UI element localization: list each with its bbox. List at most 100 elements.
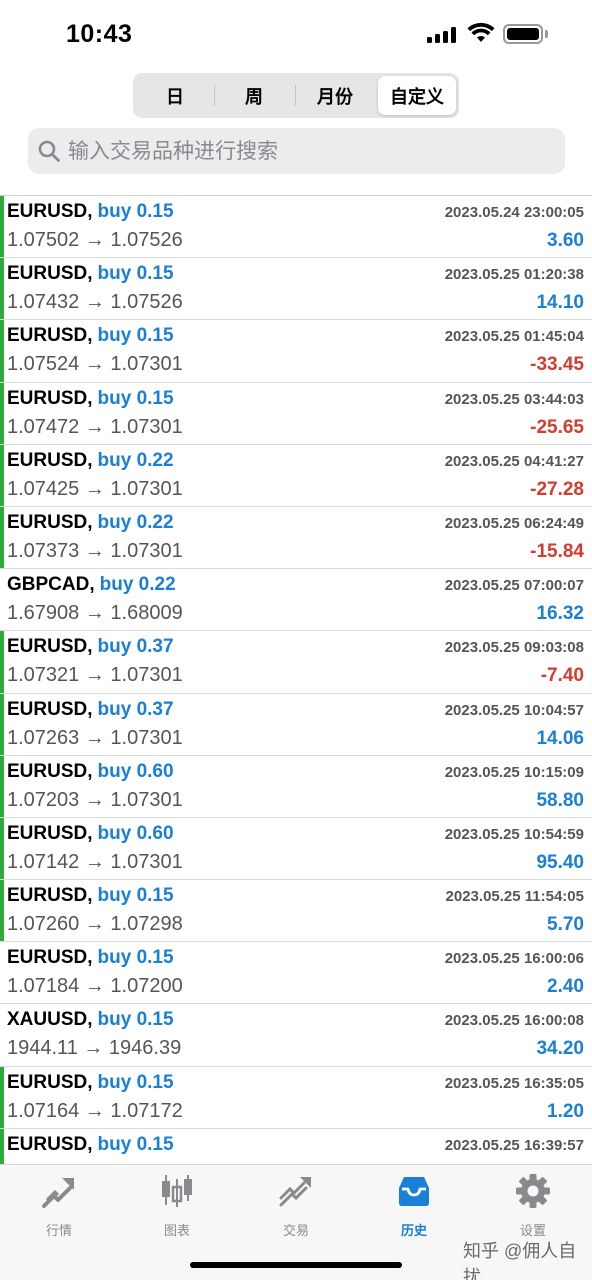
deal-row[interactable]: EURUSD, buy 0.37 2023.05.25 10:04:57 1.0726… <box>0 693 592 756</box>
tab-trade-label: 交易 <box>282 1223 309 1238</box>
deal-row[interactable]: XAUUSD, buy 0.15 2023.05.25 16:00:08 1944.1… <box>0 1004 592 1067</box>
deal-row[interactable]: EURUSD, buy 0.60 2023.05.25 10:54:59 1.0714… <box>0 817 592 881</box>
period-tab-week[interactable]: 周 <box>215 76 293 115</box>
deal-profit: 2.40 <box>547 976 584 998</box>
deal-direction: buy 0.15 <box>97 201 174 222</box>
deal-history-list[interactable]: EURUSD, buy 0.15 2023.05.24 23:00:05 1.0750… <box>0 196 592 1164</box>
deal-direction: buy 0.15 <box>97 885 174 907</box>
tab-history-label: 历史 <box>400 1223 427 1238</box>
tab-quotes-label: 行情 <box>45 1223 72 1238</box>
tab-chart[interactable]: 图表 <box>118 1171 236 1241</box>
deal-prices: 1.67908 → 1.68009 <box>7 602 183 625</box>
deal-profit: -15.84 <box>530 540 584 562</box>
tab-chart-label: 图表 <box>163 1223 190 1238</box>
deal-symbol: EURUSD <box>7 947 88 969</box>
deal-separator: , <box>87 822 93 844</box>
watermark: 知乎 @佣人自扰 <box>463 1241 577 1280</box>
deal-profit: 14.10 <box>536 292 584 314</box>
deal-separator: , <box>87 263 93 285</box>
deal-symbol: EURUSD <box>7 325 88 347</box>
deal-separator: , <box>87 511 93 533</box>
deal-direction: buy 0.15 <box>97 325 174 347</box>
deal-direction: buy 0.15 <box>97 1133 174 1155</box>
deal-symbol: GBPCAD <box>7 574 90 596</box>
quotes-icon <box>42 1178 74 1208</box>
deal-symbol: EURUSD <box>7 698 88 720</box>
deal-row[interactable]: EURUSD, buy 0.15 2023.05.25 11:54:05 1.0726… <box>0 880 592 943</box>
deal-profit: -33.45 <box>530 354 584 376</box>
deal-prices: 1.07142 → 1.07301 <box>7 850 183 873</box>
deal-symbol: EURUSD <box>7 511 88 533</box>
deal-direction: buy 0.15 <box>97 1071 174 1093</box>
deal-separator: , <box>87 698 93 720</box>
home-indicator[interactable] <box>190 1262 402 1268</box>
deal-time: 2023.05.25 10:54:59 <box>444 825 584 843</box>
deal-row[interactable]: EURUSD, buy 0.15 2023.05.25 16:00:06 1.0718… <box>0 942 592 1005</box>
deal-profit: 58.80 <box>536 789 584 811</box>
deal-separator: , <box>87 201 93 222</box>
tab-settings[interactable]: 设置 <box>474 1171 592 1241</box>
deal-time: 2023.05.24 23:00:05 <box>444 204 584 221</box>
deal-separator: , <box>87 885 93 907</box>
chart-icon <box>162 1175 192 1207</box>
battery-cap <box>545 30 548 38</box>
deal-direction: buy 0.15 <box>97 947 174 969</box>
deal-row[interactable]: EURUSD, buy 0.37 2023.05.25 09:03:08 1.0732… <box>0 631 592 694</box>
deal-direction: buy 0.37 <box>97 636 174 658</box>
deal-prices: 1.07260 → 1.07298 <box>7 913 183 936</box>
deal-time: 2023.05.25 16:00:06 <box>444 950 584 968</box>
period-tab-day[interactable]: 日 <box>136 76 214 115</box>
deal-prices: 1.07203 → 1.07301 <box>7 788 183 811</box>
period-segmented-control: 日 周 月份 自定义 <box>133 73 459 118</box>
deal-row[interactable]: EURUSD, buy 0.15 2023.05.25 01:45:04 1.0752… <box>0 320 592 383</box>
deal-separator: , <box>87 449 93 471</box>
deal-row[interactable]: EURUSD, buy 0.15 2023.05.24 23:00:05 1.0750… <box>0 196 592 259</box>
deal-separator: , <box>87 325 93 347</box>
deal-symbol: EURUSD <box>7 885 88 907</box>
deal-symbol: EURUSD <box>7 1071 88 1093</box>
deal-row[interactable]: EURUSD, buy 0.22 2023.05.25 06:24:49 1.0737… <box>0 506 592 570</box>
deal-row[interactable]: EURUSD, buy 0.15 2023.05.25 16:39:57 <box>0 1128 592 1164</box>
search-bar[interactable] <box>28 128 565 174</box>
deal-row[interactable]: EURUSD, buy 0.15 2023.05.25 16:35:05 1.0716… <box>0 1066 592 1129</box>
deal-separator: , <box>87 636 93 658</box>
deal-profit: 5.70 <box>547 914 584 936</box>
tab-history[interactable]: 历史 <box>355 1171 473 1241</box>
deal-profit: 14.06 <box>536 727 584 749</box>
deal-direction: buy 0.60 <box>97 822 174 844</box>
deal-symbol: EURUSD <box>7 1133 88 1155</box>
deal-profit: -25.65 <box>530 416 584 438</box>
deal-row[interactable]: EURUSD, buy 0.15 2023.05.25 03:44:03 1.0747… <box>0 382 592 445</box>
period-tab-month[interactable]: 月份 <box>296 76 374 115</box>
history-icon <box>399 1177 429 1206</box>
deal-prices: 1.07432 → 1.07526 <box>7 291 183 314</box>
deal-row[interactable]: EURUSD, buy 0.22 2023.05.25 04:41:27 1.0742… <box>0 444 592 507</box>
status-bar: 10:43 <box>0 0 592 68</box>
deal-separator: , <box>87 1071 93 1093</box>
deal-direction: buy 0.22 <box>99 574 176 596</box>
deal-profit: -7.40 <box>540 665 584 687</box>
deal-time: 2023.05.25 10:04:57 <box>444 701 584 719</box>
deal-profit: 3.60 <box>547 230 584 251</box>
period-tab-custom[interactable]: 自定义 <box>378 76 456 115</box>
status-time: 10:43 <box>66 20 133 48</box>
deal-direction: buy 0.15 <box>97 387 174 409</box>
search-icon <box>38 140 60 162</box>
settings-icon <box>516 1174 550 1208</box>
deal-time: 2023.05.25 16:00:08 <box>444 1012 584 1030</box>
deal-time: 2023.05.25 16:39:57 <box>444 1136 584 1154</box>
deal-row[interactable]: EURUSD, buy 0.15 2023.05.25 01:20:38 1.0743… <box>0 258 592 321</box>
tab-quotes[interactable]: 行情 <box>0 1171 118 1241</box>
cellular-signal-icon <box>427 27 459 43</box>
deal-prices: 1.07472 → 1.07301 <box>7 415 183 438</box>
wifi-icon <box>467 22 495 42</box>
deal-direction: buy 0.15 <box>97 263 174 285</box>
deal-direction: buy 0.60 <box>97 760 174 782</box>
tab-trade[interactable]: 交易 <box>237 1171 355 1241</box>
deal-time: 2023.05.25 01:20:38 <box>444 266 584 284</box>
deal-symbol: EURUSD <box>7 636 88 658</box>
deal-prices: 1.07373 → 1.07301 <box>7 539 183 562</box>
deal-row[interactable]: GBPCAD, buy 0.22 2023.05.25 07:00:07 1.6790… <box>0 569 592 632</box>
search-input[interactable] <box>68 128 548 174</box>
deal-row[interactable]: EURUSD, buy 0.60 2023.05.25 10:15:09 1.0720… <box>0 755 592 818</box>
